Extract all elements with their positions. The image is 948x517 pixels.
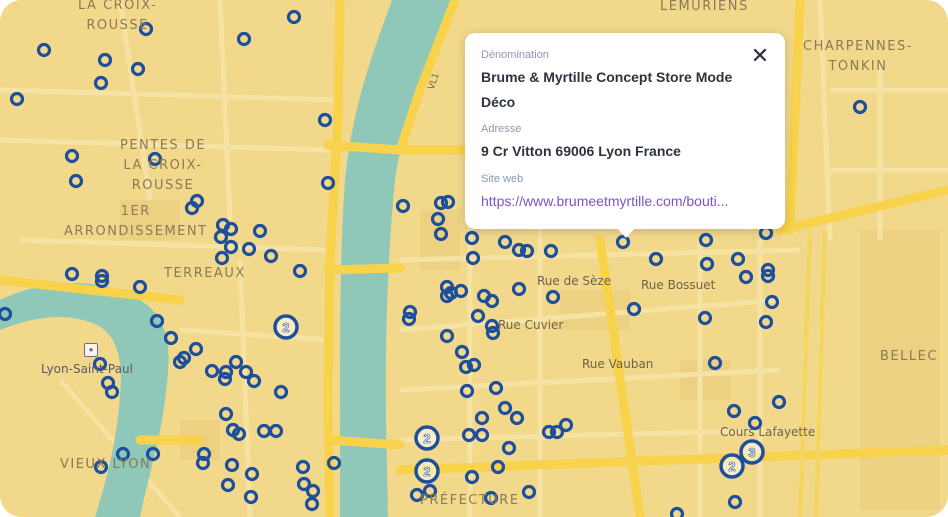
name-label: Dénomination bbox=[481, 49, 549, 61]
district-label-1er: 1ER ARRONDISSEMENT bbox=[64, 202, 208, 242]
district-label-terreaux: TERREAUX bbox=[164, 264, 246, 284]
street-label-rue-cuvier: Rue Cuvier bbox=[498, 318, 564, 332]
district-line: LA CROIX- bbox=[123, 158, 203, 173]
store-info-popup: ✕ Dénomination Brume & Myrtille Concept … bbox=[465, 33, 785, 238]
cluster-count: 2 bbox=[282, 320, 289, 335]
district-line: TONKIN bbox=[828, 59, 888, 74]
district-line: CHARPENNES- bbox=[803, 39, 913, 54]
store-address: 9 Cr Vitton 69006 Lyon France bbox=[481, 143, 681, 159]
district-line: TERREAUX bbox=[164, 266, 246, 281]
district-line: LA CROIX- bbox=[78, 0, 158, 13]
cluster-count: 2 bbox=[423, 431, 430, 446]
district-line: PENTES DE bbox=[120, 138, 207, 153]
website-label: Site web bbox=[481, 173, 524, 185]
street-label-cours-lafayette: Cours Lafayette bbox=[720, 425, 816, 439]
station-label-lyon-saint-paul: Lyon-Saint-Paul bbox=[41, 362, 133, 376]
district-line: VIEUX LYON bbox=[60, 457, 152, 472]
district-line: ARRONDISSEMENT bbox=[64, 224, 208, 239]
cluster-count: 3 bbox=[748, 445, 755, 460]
map-view[interactable]: 22223 LA CROIX- ROUSSE LÉMURIENS CHARPEN… bbox=[0, 0, 948, 517]
district-label-vieux-lyon: VIEUX LYON bbox=[60, 455, 151, 475]
cluster-count: 2 bbox=[423, 464, 430, 479]
cluster-marker[interactable]: 2 bbox=[273, 314, 299, 340]
cluster-marker[interactable]: 2 bbox=[414, 458, 440, 484]
store-name: Brume & Myrtille Concept Store Mode Déco bbox=[481, 69, 733, 110]
close-icon[interactable]: ✕ bbox=[749, 45, 771, 67]
district-line: 1ER bbox=[120, 204, 151, 219]
district-label-prefecture: PRÉFECTURE bbox=[420, 491, 520, 511]
metro-icon: ● bbox=[84, 343, 98, 357]
cluster-marker[interactable]: 2 bbox=[414, 425, 440, 451]
address-label: Adresse bbox=[481, 123, 522, 135]
district-line: PRÉFECTURE bbox=[420, 493, 520, 508]
district-line: ROUSSE bbox=[86, 18, 149, 33]
street-label-rue-vauban: Rue Vauban bbox=[582, 357, 654, 371]
cluster-marker[interactable]: 2 bbox=[719, 453, 745, 479]
district-label-bellecombe: BELLEC bbox=[880, 347, 938, 367]
district-line: LÉMURIENS bbox=[660, 0, 749, 14]
cluster-marker[interactable]: 3 bbox=[739, 439, 765, 465]
district-label-lemuriens: LÉMURIENS bbox=[660, 0, 749, 17]
district-line: ROUSSE bbox=[131, 178, 195, 193]
district-label-pentes: PENTES DE LA CROIX- ROUSSE bbox=[120, 136, 206, 196]
district-line: BELLEC bbox=[880, 349, 938, 364]
district-label-charpennes: CHARPENNES- TONKIN bbox=[803, 37, 913, 77]
cluster-count: 2 bbox=[728, 459, 735, 474]
street-label-rue-bossuet: Rue Bossuet bbox=[641, 278, 716, 292]
district-label-croix-rousse: LA CROIX- ROUSSE bbox=[78, 0, 157, 36]
store-website-link[interactable]: https://www.brumeetmyrtille.com/bouti... bbox=[481, 193, 766, 209]
street-label-rue-de-seze: Rue de Sèze bbox=[537, 274, 612, 288]
